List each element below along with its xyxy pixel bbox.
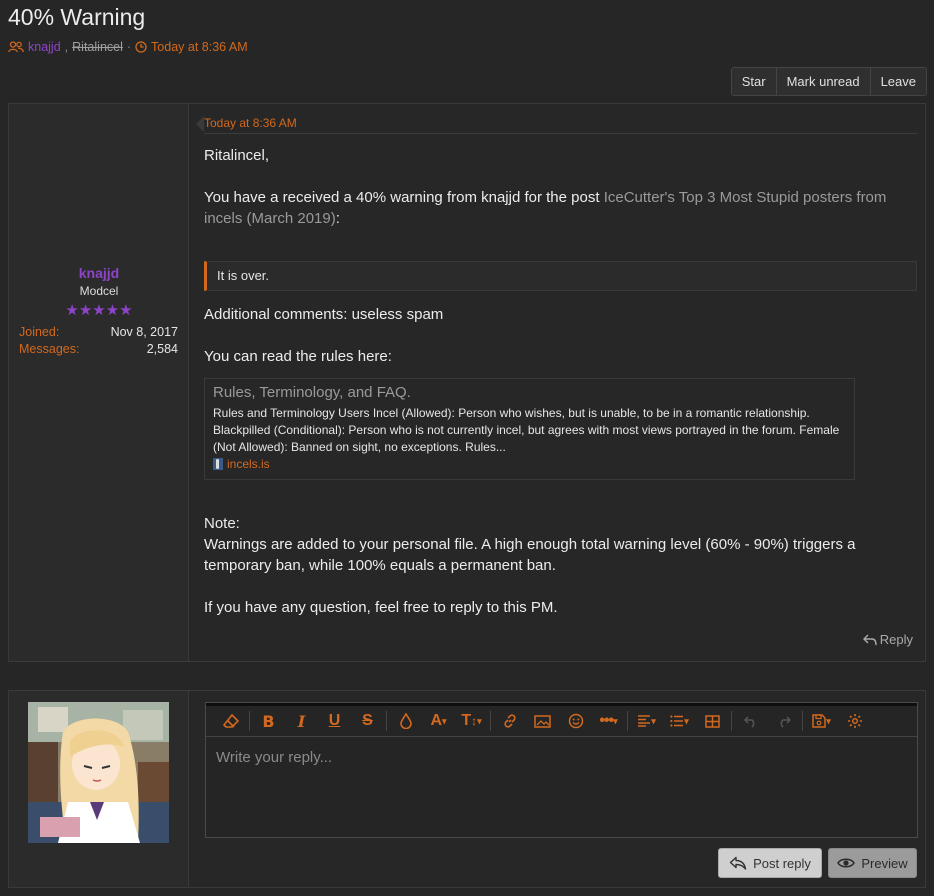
user-joined: Joined: Nov 8, 2017	[19, 325, 178, 339]
thread-actions: Star Mark unread Leave	[730, 67, 927, 96]
joined-label: Joined:	[19, 325, 60, 339]
reply-label: Reply	[879, 632, 913, 647]
participant-link[interactable]: Ritalincel	[72, 40, 123, 54]
avatar[interactable]	[28, 702, 169, 843]
strikethrough-icon[interactable]: S	[351, 708, 384, 734]
redo-icon[interactable]	[767, 708, 800, 734]
site-favicon-icon	[213, 458, 223, 470]
post-reply-button[interactable]: Post reply	[718, 848, 822, 878]
separator: ·	[126, 40, 132, 54]
user-messages: Messages: 2,584	[19, 342, 178, 356]
mark-unread-button[interactable]: Mark unread	[775, 68, 870, 95]
bold-icon[interactable]: B	[252, 708, 285, 734]
toolbar-separator	[731, 711, 732, 731]
reply-editor: B I U S A ▾ T ↕ ▾ ••• ▾ ▾ ▾ ▾ Write your rep…	[205, 702, 918, 838]
preview-label: Preview	[861, 855, 908, 871]
message-arrow	[196, 116, 204, 132]
closing-text: If you have any question, feel free to r…	[204, 599, 558, 616]
quote-block: It is over.	[204, 261, 917, 291]
underline-icon[interactable]: U	[318, 708, 351, 734]
preview-description: Rules and Terminology Users Incel (Allow…	[213, 406, 840, 454]
joined-value: Nov 8, 2017	[110, 325, 178, 339]
toolbar-separator	[386, 711, 387, 731]
participant-link[interactable]: knajjd	[28, 40, 61, 54]
thread-time[interactable]: Today at 8:36 AM	[151, 40, 248, 54]
divider	[204, 133, 917, 134]
toolbar-separator	[627, 711, 628, 731]
table-icon[interactable]	[696, 708, 729, 734]
warning-text: You have a received a 40% warning from k…	[204, 187, 907, 229]
leave-button[interactable]: Leave	[869, 68, 926, 95]
clear-formatting-icon[interactable]	[214, 708, 247, 734]
more-options-icon[interactable]: ••• ▾	[592, 708, 625, 734]
users-icon	[8, 41, 24, 53]
messages-value: 2,584	[146, 342, 178, 356]
editor-toolbar: B I U S A ▾ T ↕ ▾ ••• ▾ ▾ ▾ ▾	[206, 706, 917, 737]
reply-input[interactable]: Write your reply...	[216, 749, 332, 766]
site-name: incels.is	[227, 457, 270, 471]
preview-title[interactable]: Rules, Terminology, and FAQ.	[213, 384, 846, 401]
username[interactable]: knajjd	[9, 265, 189, 281]
drafts-icon[interactable]: ▾	[805, 708, 838, 734]
page-title: 40% Warning	[8, 4, 146, 30]
image-icon[interactable]	[526, 708, 559, 734]
align-icon[interactable]: ▾	[630, 708, 663, 734]
rules-intro: You can read the rules here:	[204, 348, 392, 365]
note-label: Note:	[204, 515, 240, 532]
comma: ,	[64, 40, 69, 54]
toolbar-separator	[802, 711, 803, 731]
message: knajjd Modcel ★★★★★ Joined: Nov 8, 2017 …	[8, 103, 926, 662]
message-user: knajjd Modcel ★★★★★ Joined: Nov 8, 2017 …	[9, 104, 189, 661]
reply-link[interactable]: Reply	[862, 632, 913, 647]
toolbar-separator	[249, 711, 250, 731]
messages-label: Messages:	[19, 342, 80, 356]
link-preview[interactable]: Rules, Terminology, and FAQ. Rules and T…	[204, 378, 855, 480]
message-time[interactable]: Today at 8:36 AM	[204, 116, 297, 130]
warning-prefix: You have a received a 40% warning from k…	[204, 189, 604, 206]
undo-icon[interactable]	[734, 708, 767, 734]
text-color-icon[interactable]	[389, 708, 422, 734]
link-icon[interactable]	[493, 708, 526, 734]
user-stars: ★★★★★	[65, 302, 133, 319]
reply-icon	[862, 634, 877, 645]
reply-icon	[729, 856, 747, 870]
list-icon[interactable]: ▾	[663, 708, 696, 734]
avatar-image	[28, 702, 169, 843]
preview-site[interactable]: incels.is	[213, 457, 846, 471]
quick-reply: B I U S A ▾ T ↕ ▾ ••• ▾ ▾ ▾ ▾ Write your rep…	[8, 690, 926, 888]
greeting: Ritalincel,	[204, 147, 270, 164]
user-title: Modcel	[79, 284, 119, 298]
eye-icon	[837, 858, 856, 868]
reply-user	[9, 691, 189, 887]
star-button[interactable]: Star	[731, 68, 776, 95]
warning-suffix: :	[335, 210, 340, 227]
emoji-icon[interactable]	[559, 708, 592, 734]
clock-icon	[135, 41, 147, 53]
post-reply-label: Post reply	[753, 855, 811, 871]
thread-meta: knajjd, Ritalincel · Today at 8:36 AM	[8, 40, 248, 54]
additional-comments: Additional comments: useless spam	[204, 306, 444, 323]
toolbar-separator	[490, 711, 491, 731]
italic-icon[interactable]: I	[285, 708, 318, 734]
font-family-icon[interactable]: A ▾	[422, 708, 455, 734]
settings-gear-icon[interactable]	[838, 708, 871, 734]
preview-button[interactable]: Preview	[828, 848, 917, 878]
font-size-icon[interactable]: T ↕ ▾	[455, 708, 488, 734]
note-text: Warnings are added to your personal file…	[204, 536, 856, 574]
